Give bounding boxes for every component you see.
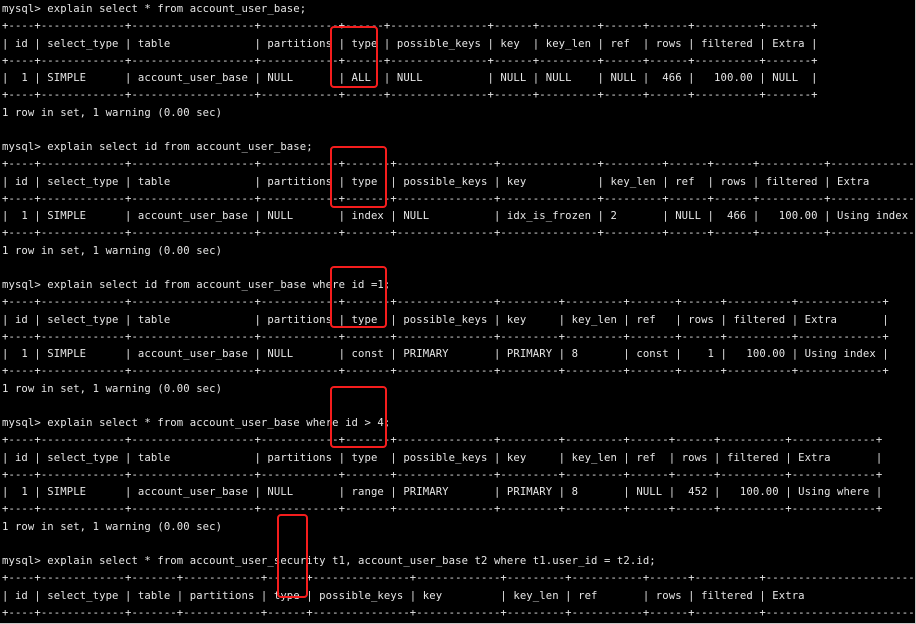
- terminal-console-output[interactable]: mysql> explain select * from account_use…: [2, 1, 915, 623]
- terminal-window: mysql> explain select * from account_use…: [0, 0, 916, 624]
